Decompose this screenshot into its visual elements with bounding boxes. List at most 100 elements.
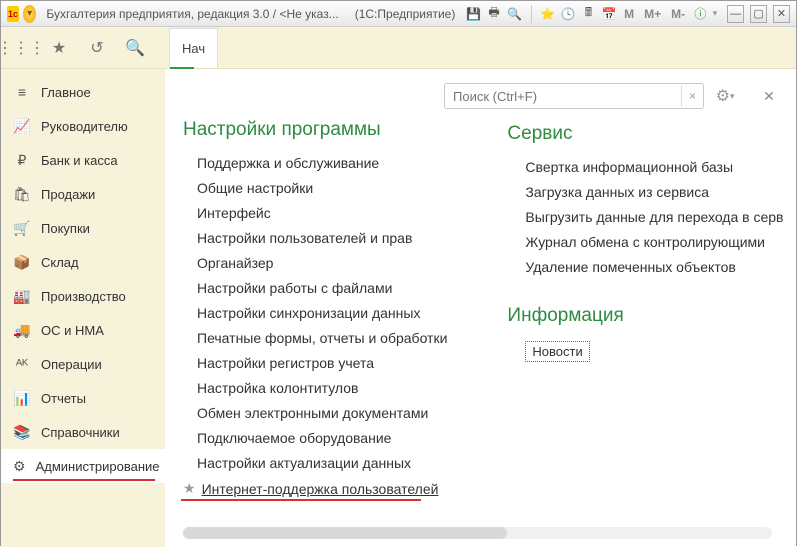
m-button[interactable]: M bbox=[621, 7, 637, 21]
sidebar-item-label: Склад bbox=[41, 255, 79, 270]
link-svc-rollup[interactable]: Свертка информационной базы bbox=[507, 159, 783, 175]
link-svc-load[interactable]: Загрузка данных из сервиса bbox=[507, 184, 783, 200]
link-svc-export[interactable]: Выгрузить данные для перехода в серв bbox=[507, 209, 783, 225]
active-underline bbox=[13, 479, 155, 481]
sidebar-item-label: Администрирование bbox=[36, 459, 160, 474]
sidebar-item-label: Операции bbox=[41, 357, 102, 372]
toolbar: ⋮⋮⋮ ★ ↺ 🔍 Нач bbox=[1, 27, 796, 69]
info-icon[interactable]: ⓘ bbox=[692, 4, 708, 24]
search-icon[interactable]: 🔍 bbox=[123, 36, 147, 60]
calc-icon[interactable]: 🖩 bbox=[580, 4, 596, 24]
sidebar-item-manager[interactable]: 📈 Руководителю bbox=[1, 109, 165, 143]
calendar-icon[interactable]: 📅 bbox=[601, 4, 617, 24]
sidebar-item-bank[interactable]: ₽ Банк и касса bbox=[1, 143, 165, 177]
sidebar-item-label: Отчеты bbox=[41, 391, 86, 406]
settings-heading: Настройки программы bbox=[183, 119, 447, 141]
link-svc-journal[interactable]: Журнал обмена с контролирующими bbox=[507, 234, 783, 250]
sidebar-item-admin[interactable]: ⚙ Администрирование bbox=[1, 449, 165, 483]
chart-icon: 📈 bbox=[13, 118, 31, 135]
sidebar-item-label: Руководителю bbox=[41, 119, 128, 134]
preview-icon[interactable]: 🔍 bbox=[506, 4, 522, 24]
sidebar-item-label: Покупки bbox=[41, 221, 90, 236]
app-1c-icon: 1c bbox=[7, 6, 19, 22]
sidebar-item-purchases[interactable]: 🛒 Покупки bbox=[1, 211, 165, 245]
window-subtitle: (1С:Предприятие) bbox=[355, 7, 456, 21]
m-minus-button[interactable]: M- bbox=[668, 7, 688, 21]
info-heading: Информация bbox=[507, 305, 783, 327]
link-support[interactable]: Поддержка и обслуживание bbox=[183, 155, 447, 171]
favorite-icon[interactable]: ⭐ bbox=[539, 4, 555, 24]
minimize-button[interactable]: — bbox=[727, 5, 744, 23]
content-panel: × ⚙▾ ✕ Настройки программы Поддержка и о… bbox=[165, 69, 796, 547]
sidebar-item-label: Банк и касса bbox=[41, 153, 118, 168]
sidebar-item-refs[interactable]: 📚Справочники bbox=[1, 415, 165, 449]
link-svc-delete[interactable]: Удаление помеченных объектов bbox=[507, 259, 783, 275]
link-devices[interactable]: Подключаемое оборудование bbox=[183, 430, 447, 446]
star-icon[interactable]: ★ bbox=[47, 36, 71, 60]
close-panel-icon[interactable]: ✕ bbox=[756, 83, 782, 109]
tab-label: Нач bbox=[182, 41, 205, 56]
maximize-button[interactable]: ▢ bbox=[750, 5, 767, 23]
link-internet-support[interactable]: Интернет-поддержка пользователей bbox=[202, 481, 439, 497]
search-field[interactable]: × bbox=[444, 83, 704, 109]
history-icon[interactable]: 🕓 bbox=[560, 4, 576, 24]
print-icon[interactable]: 🖶 bbox=[486, 4, 502, 24]
reload-icon[interactable]: ↺ bbox=[85, 36, 109, 60]
link-registers[interactable]: Настройки регистров учета bbox=[183, 355, 447, 371]
link-news[interactable]: Новости bbox=[525, 341, 589, 362]
scrollbar-thumb[interactable] bbox=[183, 527, 507, 539]
service-link-list: Свертка информационной базы Загрузка дан… bbox=[507, 159, 783, 275]
sidebar-item-label: Продажи bbox=[41, 187, 95, 202]
bag-icon: 🛍 bbox=[13, 186, 31, 203]
sidebar-item-label: Главное bbox=[41, 85, 91, 100]
box-icon: 📦 bbox=[13, 254, 31, 271]
link-edoc[interactable]: Обмен электронными документами bbox=[183, 405, 447, 421]
internet-support-row: ★ Интернет-поддержка пользователей bbox=[183, 480, 447, 497]
link-print[interactable]: Печатные формы, отчеты и обработки bbox=[183, 330, 447, 346]
window-title: Бухгалтерия предприятия, редакция 3.0 / … bbox=[46, 7, 338, 21]
ruble-icon: ₽ bbox=[13, 152, 31, 169]
sidebar: ≡ Главное 📈 Руководителю ₽ Банк и касса 🛍 Пр… bbox=[1, 69, 165, 547]
cart-icon: 🛒 bbox=[13, 220, 31, 237]
sidebar-item-production[interactable]: 🏭Производство bbox=[1, 279, 165, 313]
gear-icon: ⚙ bbox=[13, 458, 26, 475]
sidebar-item-sales[interactable]: 🛍 Продажи bbox=[1, 177, 165, 211]
link-files[interactable]: Настройки работы с файлами bbox=[183, 280, 447, 296]
bars-icon: 📊 bbox=[13, 390, 31, 407]
sidebar-item-operations[interactable]: ᴬᴷ Операции bbox=[1, 347, 165, 381]
titlebar: 1c ▾ Бухгалтерия предприятия, редакция 3… bbox=[1, 1, 796, 27]
clear-icon[interactable]: × bbox=[681, 85, 703, 107]
sidebar-item-label: Справочники bbox=[41, 425, 120, 440]
sidebar-item-assets[interactable]: 🚚 ОС и НМА bbox=[1, 313, 165, 347]
m-plus-button[interactable]: M+ bbox=[641, 7, 664, 21]
apps-icon[interactable]: ⋮⋮⋮ bbox=[9, 36, 33, 60]
list-icon: ≡ bbox=[13, 84, 31, 100]
tab-start[interactable]: Нач bbox=[169, 28, 218, 68]
dropdown-icon[interactable]: ▾ bbox=[23, 5, 36, 23]
sidebar-item-main[interactable]: ≡ Главное bbox=[1, 75, 165, 109]
horizontal-scrollbar[interactable] bbox=[183, 527, 772, 539]
truck-icon: 🚚 bbox=[13, 322, 31, 339]
save-icon[interactable]: 💾 bbox=[465, 4, 481, 24]
ops-icon: ᴬᴷ bbox=[13, 356, 31, 372]
close-button[interactable]: ✕ bbox=[773, 5, 790, 23]
link-headers[interactable]: Настройка колонтитулов bbox=[183, 380, 447, 396]
separator bbox=[531, 5, 532, 23]
sidebar-item-label: ОС и НМА bbox=[41, 323, 104, 338]
link-organizer[interactable]: Органайзер bbox=[183, 255, 447, 271]
link-sync[interactable]: Настройки синхронизации данных bbox=[183, 305, 447, 321]
service-heading: Сервис bbox=[507, 123, 783, 145]
star-icon: ★ bbox=[183, 480, 196, 497]
chevron-down-icon[interactable]: ▾ bbox=[713, 8, 718, 19]
link-interface[interactable]: Интерфейс bbox=[183, 205, 447, 221]
highlight-underline bbox=[181, 499, 421, 501]
search-input[interactable] bbox=[445, 89, 681, 104]
sidebar-item-warehouse[interactable]: 📦 Склад bbox=[1, 245, 165, 279]
link-actualize[interactable]: Настройки актуализации данных bbox=[183, 455, 447, 471]
link-users[interactable]: Настройки пользователей и прав bbox=[183, 230, 447, 246]
settings-gear-icon[interactable]: ⚙▾ bbox=[712, 83, 738, 109]
factory-icon: 🏭 bbox=[13, 288, 31, 305]
sidebar-item-reports[interactable]: 📊 Отчеты bbox=[1, 381, 165, 415]
link-general[interactable]: Общие настройки bbox=[183, 180, 447, 196]
settings-link-list: Поддержка и обслуживание Общие настройки… bbox=[183, 155, 447, 471]
